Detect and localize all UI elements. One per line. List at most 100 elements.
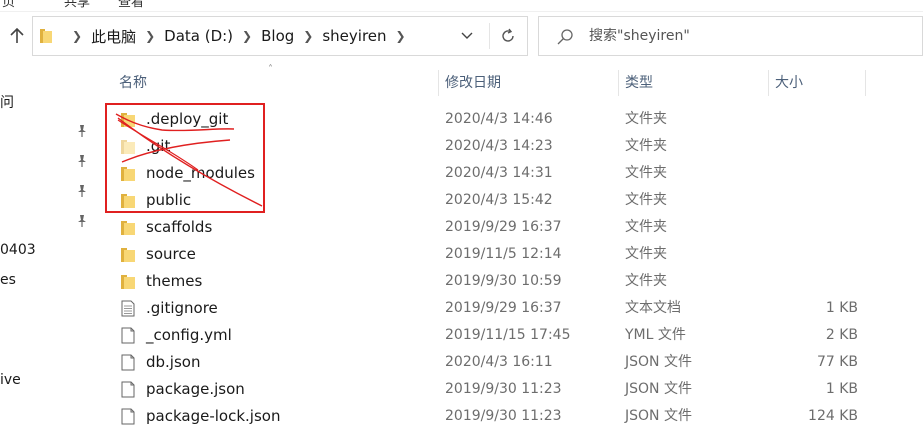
pin-icon[interactable] bbox=[76, 154, 88, 168]
ribbon-tab-view[interactable]: 查看 bbox=[118, 0, 144, 10]
file-type: 文件夹 bbox=[625, 138, 667, 154]
pin-icon[interactable] bbox=[76, 184, 88, 198]
file-modified: 2019/9/30 10:59 bbox=[445, 273, 562, 289]
file-row[interactable]: node_modules 2020/4/3 14:31 文件夹 bbox=[98, 160, 923, 187]
column-header-name[interactable]: 名称 bbox=[113, 66, 147, 100]
nav-item-fragment[interactable]: es bbox=[0, 272, 16, 288]
file-icon bbox=[120, 327, 136, 344]
file-row[interactable]: package-lock.json 2019/9/30 11:23 JSON 文件 1… bbox=[98, 403, 923, 430]
breadcrumb-data-drive[interactable]: Data (D:) bbox=[164, 27, 233, 45]
file-modified: 2020/4/3 14:31 bbox=[445, 165, 553, 181]
file-name: public bbox=[146, 191, 192, 209]
search-input[interactable]: 搜索"sheyiren" bbox=[589, 17, 690, 55]
file-type: 文件夹 bbox=[625, 165, 667, 181]
file-row[interactable]: .deploy_git 2020/4/3 14:46 文件夹 bbox=[98, 106, 923, 133]
chevron-right-icon[interactable]: ❯ bbox=[396, 29, 406, 43]
text-file-icon bbox=[120, 300, 136, 317]
column-header-modified[interactable]: 修改日期 bbox=[439, 66, 501, 100]
folder-icon bbox=[120, 165, 136, 182]
file-row[interactable]: public 2020/4/3 15:42 文件夹 bbox=[98, 187, 923, 214]
file-size: 2 KB bbox=[825, 327, 858, 343]
file-modified: 2019/9/30 11:23 bbox=[445, 381, 562, 397]
file-modified: 2019/9/29 16:37 bbox=[445, 219, 562, 235]
file-size: 77 KB bbox=[816, 354, 858, 370]
file-row[interactable]: source 2019/11/5 12:14 文件夹 bbox=[98, 241, 923, 268]
file-modified: 2019/11/5 12:14 bbox=[445, 246, 562, 262]
file-type: 文本文档 bbox=[625, 300, 681, 316]
chevron-right-icon[interactable]: ❯ bbox=[242, 29, 252, 43]
folder-icon bbox=[120, 246, 136, 263]
file-name: .deploy_git bbox=[146, 110, 229, 128]
file-name: .gitignore bbox=[146, 299, 218, 317]
file-modified: 2020/4/3 14:23 bbox=[445, 138, 553, 154]
folder-icon bbox=[120, 192, 136, 209]
file-type: 文件夹 bbox=[625, 219, 667, 235]
file-name: node_modules bbox=[146, 164, 255, 182]
file-name: package-lock.json bbox=[146, 407, 281, 425]
address-bar[interactable]: ❯ 此电脑 ❯ Data (D:) ❯ Blog ❯ sheyiren ❯ bbox=[32, 16, 528, 56]
folder-icon bbox=[40, 29, 52, 43]
chevron-down-icon[interactable] bbox=[457, 26, 477, 46]
nav-item-fragment[interactable]: ive bbox=[0, 372, 21, 388]
file-modified: 2020/4/3 16:11 bbox=[445, 354, 553, 370]
folder-icon bbox=[120, 273, 136, 290]
file-icon bbox=[120, 381, 136, 398]
file-type: 文件夹 bbox=[625, 192, 667, 208]
file-type: 文件夹 bbox=[625, 273, 667, 289]
address-divider bbox=[489, 23, 490, 49]
file-type: 文件夹 bbox=[625, 111, 667, 127]
folder-icon bbox=[120, 138, 136, 155]
file-modified: 2019/9/29 16:37 bbox=[445, 300, 562, 316]
search-icon bbox=[557, 29, 573, 45]
chevron-right-icon[interactable]: ❯ bbox=[145, 29, 155, 43]
file-type: JSON 文件 bbox=[625, 408, 692, 424]
file-row[interactable]: themes 2019/9/30 10:59 文件夹 bbox=[98, 268, 923, 295]
file-modified: 2019/11/15 17:45 bbox=[445, 327, 571, 343]
file-type: JSON 文件 bbox=[625, 354, 692, 370]
file-size: 124 KB bbox=[808, 408, 858, 424]
file-row[interactable]: .gitignore 2019/9/29 16:37 文本文档 1 KB bbox=[98, 295, 923, 322]
file-size: 1 KB bbox=[825, 300, 858, 316]
file-icon bbox=[120, 408, 136, 425]
file-modified: 2019/9/30 11:23 bbox=[445, 408, 562, 424]
file-row[interactable]: .git 2020/4/3 14:23 文件夹 bbox=[98, 133, 923, 160]
ribbon-strip: 页 共享 查看 bbox=[0, 0, 923, 12]
sort-up-icon: ˄ bbox=[268, 64, 273, 75]
column-header-type[interactable]: 类型 bbox=[619, 66, 653, 100]
file-name: .git bbox=[146, 137, 171, 155]
file-modified: 2020/4/3 14:46 bbox=[445, 111, 553, 127]
file-name: _config.yml bbox=[146, 326, 232, 344]
column-divider[interactable] bbox=[865, 70, 866, 96]
ribbon-tab-share[interactable]: 共享 bbox=[64, 0, 90, 10]
arrow-up-icon[interactable] bbox=[6, 22, 28, 50]
file-type: JSON 文件 bbox=[625, 381, 692, 397]
file-row[interactable]: package.json 2019/9/30 11:23 JSON 文件 1 KB bbox=[98, 376, 923, 403]
nav-item-fragment[interactable]: 0403 bbox=[0, 242, 36, 258]
breadcrumb-sheyiren[interactable]: sheyiren bbox=[322, 27, 386, 45]
nav-item-fragment[interactable]: 问 bbox=[0, 92, 14, 112]
file-icon bbox=[120, 354, 136, 371]
search-box[interactable]: 搜索"sheyiren" bbox=[538, 16, 923, 56]
ribbon-tab-page[interactable]: 页 bbox=[2, 0, 15, 10]
breadcrumb-this-pc[interactable]: 此电脑 bbox=[91, 26, 136, 47]
refresh-icon[interactable] bbox=[495, 24, 521, 48]
file-row[interactable]: db.json 2020/4/3 16:11 JSON 文件 77 KB bbox=[98, 349, 923, 376]
file-size: 1 KB bbox=[825, 381, 858, 397]
chevron-right-icon[interactable]: ❯ bbox=[303, 29, 313, 43]
breadcrumb-blog[interactable]: Blog bbox=[261, 27, 294, 45]
pin-icon[interactable] bbox=[76, 124, 88, 138]
file-name: scaffolds bbox=[146, 218, 213, 236]
column-header-size[interactable]: 大小 bbox=[769, 66, 803, 100]
file-name: db.json bbox=[146, 353, 201, 371]
file-type: 文件夹 bbox=[625, 246, 667, 262]
folder-icon bbox=[120, 219, 136, 236]
file-row[interactable]: scaffolds 2019/9/29 16:37 文件夹 bbox=[98, 214, 923, 241]
file-name: package.json bbox=[146, 380, 245, 398]
file-row[interactable]: _config.yml 2019/11/15 17:45 YML 文件 2 KB bbox=[98, 322, 923, 349]
pin-icon[interactable] bbox=[76, 214, 88, 228]
file-name: themes bbox=[146, 272, 203, 290]
file-type: YML 文件 bbox=[625, 327, 686, 343]
chevron-right-icon[interactable]: ❯ bbox=[72, 29, 82, 43]
column-header-row: ˄ 名称 修改日期 类型 大小 bbox=[98, 64, 923, 100]
navigation-pane: 问 0403 es ive bbox=[0, 66, 98, 430]
